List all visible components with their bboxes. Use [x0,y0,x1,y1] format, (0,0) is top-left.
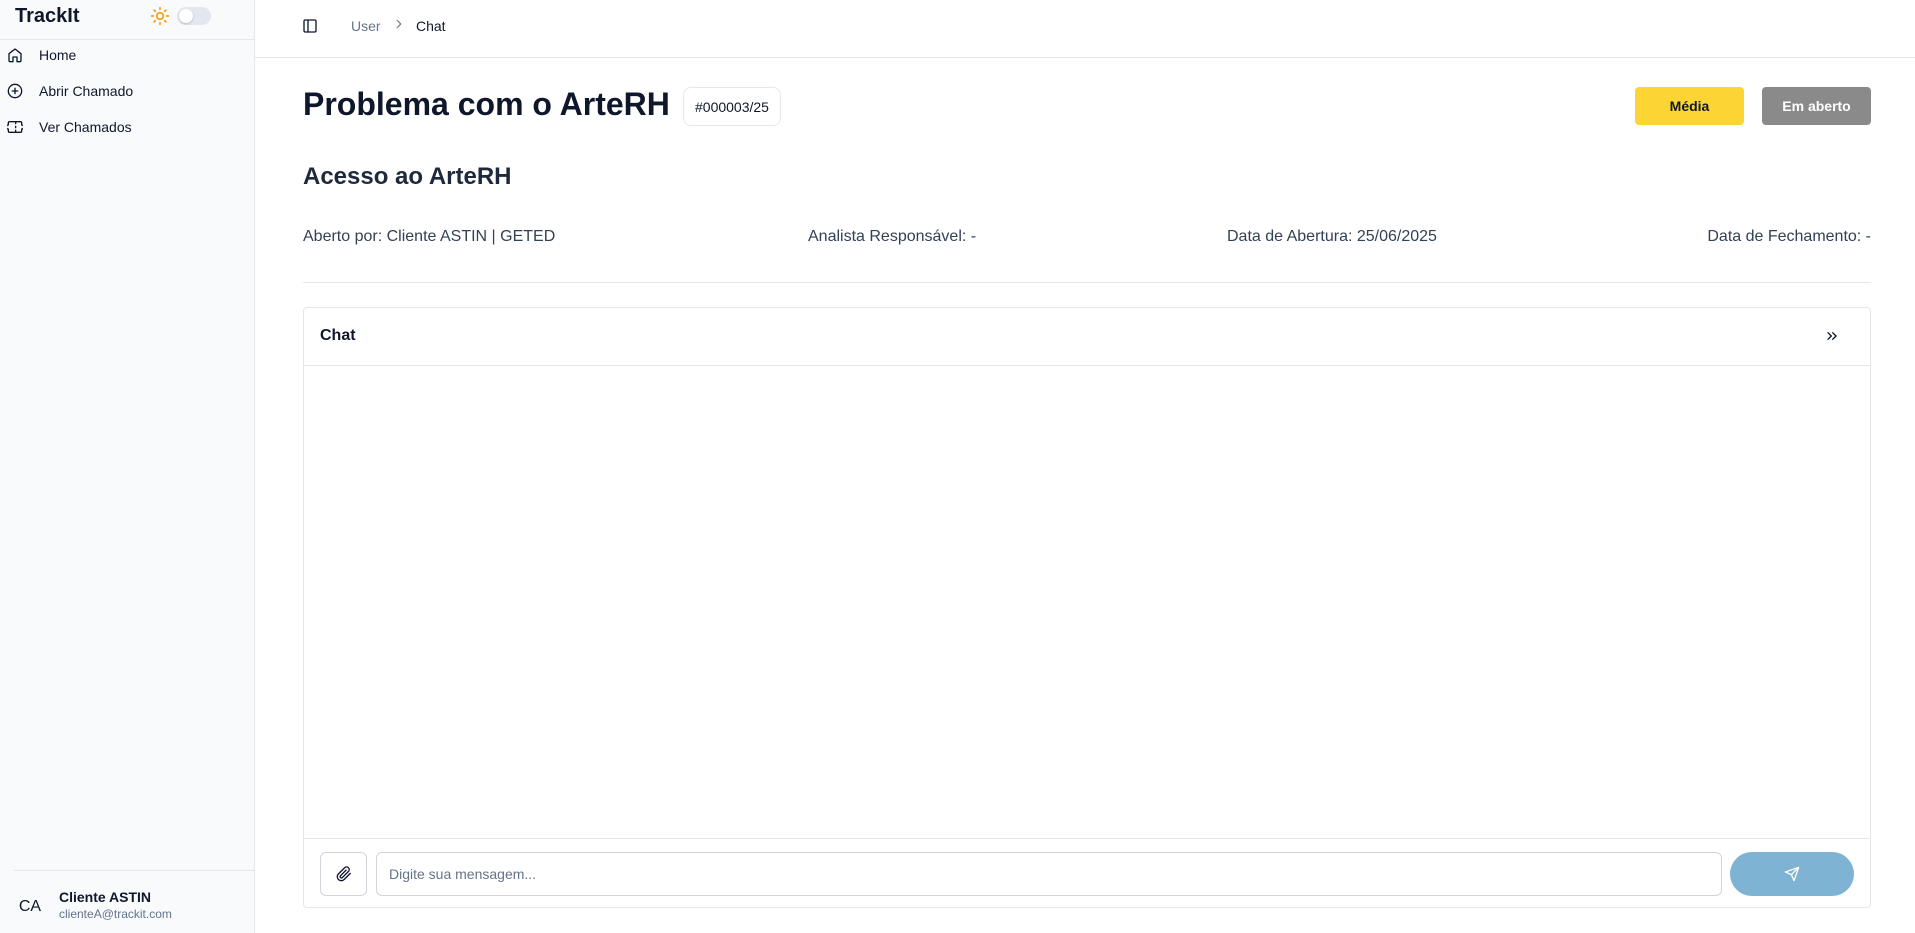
chevron-right-icon [396,19,402,29]
theme-toggle[interactable] [177,7,211,25]
sun-icon [150,6,170,26]
closed-date: Data de Fechamento: - [1707,228,1871,245]
breadcrumb-chat: Chat [416,18,446,34]
theme-toggle-knob [179,9,193,23]
user-name: Cliente ASTIN [59,889,152,905]
ticket-subject: Acesso ao ArteRH [303,163,512,190]
sidebar-item-label: Abrir Chamado [39,83,134,99]
priority-button[interactable]: Média [1635,87,1744,125]
breadcrumb-user[interactable]: User [351,18,381,34]
user-profile[interactable]: CA Cliente ASTIN clienteA@trackit.com [14,870,254,926]
message-input[interactable] [376,852,1722,896]
send-button[interactable] [1730,852,1854,896]
chat-title: Chat [320,327,356,344]
plus-circle-icon [7,83,23,99]
topbar: User Chat [255,0,1915,58]
sidebar-item-label: Home [39,47,77,63]
sidebar-header: TrackIt [0,0,254,40]
chevrons-right-icon[interactable] [1824,328,1840,344]
user-email: clienteA@trackit.com [59,907,172,921]
send-icon [1784,866,1800,882]
home-icon [8,48,22,63]
sidebar-item-home[interactable]: Home [0,38,254,72]
assigned-analyst: Analista Responsável: - [808,228,977,245]
avatar: CA [18,898,42,915]
divider [303,282,1871,283]
sidebar-item-abrir-chamado[interactable]: Abrir Chamado [0,74,254,108]
sidebar: TrackIt Home Abrir Chamado Ver Chamados … [0,0,255,933]
opened-date: Data de Abertura: 25/06/2025 [1227,228,1437,245]
opened-by: Aberto por: Cliente ASTIN | GETED [303,228,556,245]
status-button[interactable]: Em aberto [1762,87,1871,125]
chat-composer [304,838,1870,908]
chat-panel: Chat [303,307,1871,908]
attach-button[interactable] [320,852,367,896]
page-title: Problema com o ArteRH [303,86,670,122]
sidebar-item-label: Ver Chamados [39,119,132,135]
ticket-icon [7,121,23,133]
ticket-id-badge: #000003/25 [683,87,781,126]
chat-messages[interactable] [304,366,1870,838]
chat-header: Chat [304,308,1870,366]
paperclip-icon [336,866,351,882]
app-brand: TrackIt [15,5,80,27]
sidebar-item-ver-chamados[interactable]: Ver Chamados [0,110,254,144]
sidebar-toggle-icon[interactable] [302,18,318,34]
